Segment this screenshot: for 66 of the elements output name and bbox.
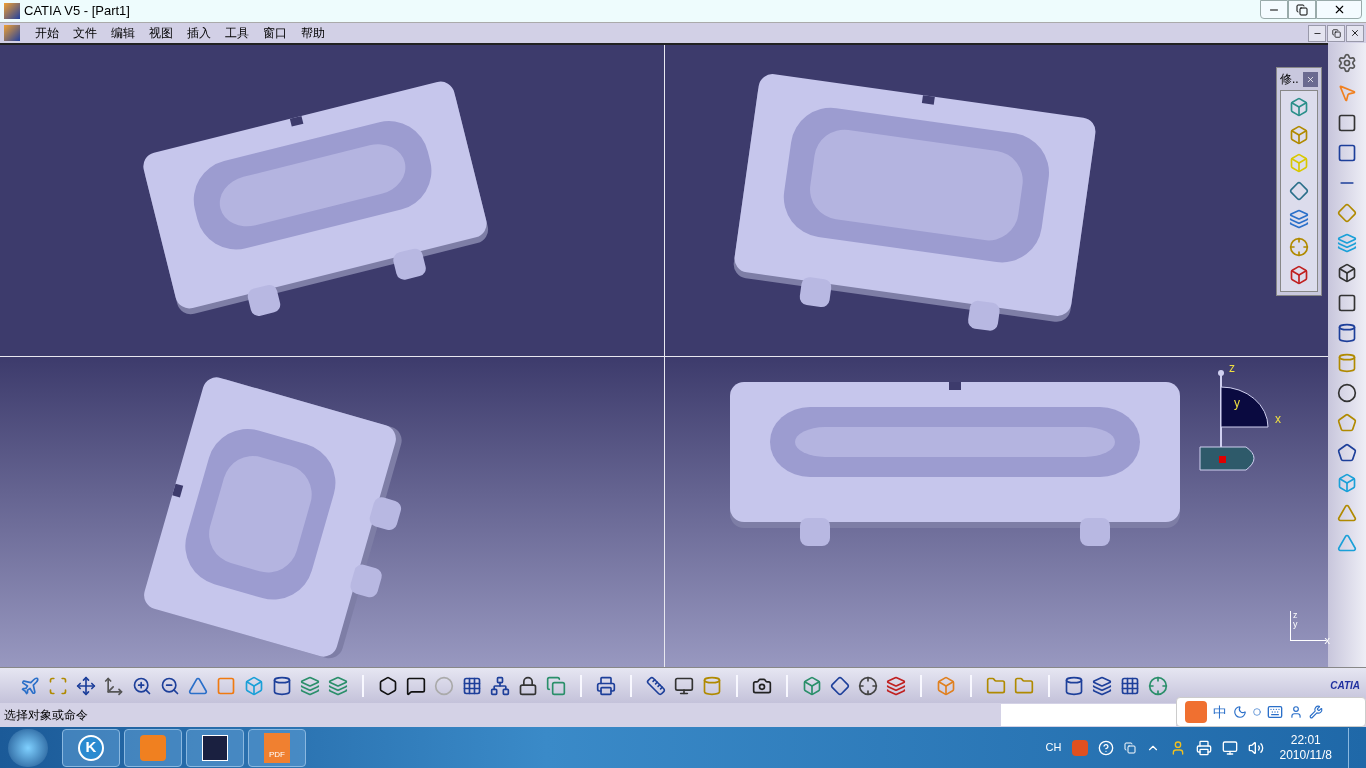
restore-button[interactable]	[1288, 0, 1316, 19]
move-icon[interactable]	[76, 675, 96, 696]
axis-label: x	[1275, 411, 1281, 428]
language-indicator[interactable]: CH	[1045, 739, 1062, 756]
command-input-field[interactable]	[1001, 704, 1176, 726]
surface-icon[interactable]	[1337, 233, 1357, 253]
menu-item[interactable]: 编辑	[104, 24, 142, 42]
status-message: 选择对象或命令	[3, 707, 88, 724]
close-button[interactable]	[1346, 24, 1364, 42]
menu-item[interactable]: 窗口	[256, 24, 294, 42]
clock-date: 2010/11/8	[1279, 747, 1332, 763]
wrench-icon[interactable]	[1309, 705, 1323, 719]
measure-icon[interactable]	[646, 675, 666, 696]
close-icon	[1306, 74, 1315, 84]
gear-icon[interactable]	[1337, 53, 1357, 73]
ime-mode[interactable]: 中	[1213, 701, 1227, 723]
taskbar-app-button[interactable]: K	[62, 728, 120, 767]
minimize-button[interactable]	[1260, 0, 1288, 19]
table-icon[interactable]	[462, 675, 482, 696]
restore-icon	[1331, 28, 1341, 38]
zoom-in-icon[interactable]	[132, 675, 152, 696]
tree-icon[interactable]	[490, 675, 510, 696]
menu-item[interactable]: 插入	[180, 24, 218, 42]
moon-icon[interactable]	[1233, 705, 1247, 719]
document-icon	[4, 25, 20, 41]
solid-icon[interactable]	[1337, 473, 1357, 493]
zoom-out-icon[interactable]	[160, 675, 180, 696]
catia-logo: CATIA	[1330, 680, 1360, 691]
pointer-icon[interactable]	[1337, 83, 1357, 103]
layers-icon[interactable]	[300, 675, 320, 696]
frame-icon[interactable]	[48, 675, 68, 696]
open-folder-icon[interactable]	[1014, 675, 1034, 696]
restore-icon	[1296, 3, 1308, 16]
close-icon	[1350, 28, 1360, 38]
speech-bubble-icon[interactable]	[406, 675, 426, 696]
menu-item[interactable]: 开始	[28, 24, 66, 42]
stack-icon[interactable]	[886, 675, 906, 696]
axis-label: z	[1293, 611, 1299, 620]
axis-label: y	[1293, 620, 1299, 629]
user-icon[interactable]	[1289, 705, 1303, 719]
window-title: CATIA V5 - [Part1]	[24, 2, 130, 21]
network-icon[interactable]	[1221, 739, 1238, 756]
plane-icon[interactable]	[1337, 203, 1357, 223]
app-icon	[4, 3, 20, 19]
restore-button[interactable]	[1327, 24, 1345, 42]
target-icon[interactable]	[858, 675, 878, 696]
minimize-button[interactable]	[1308, 24, 1326, 42]
clock-time: 22:01	[1290, 732, 1321, 748]
sogou-logo-icon	[1185, 701, 1207, 723]
keyboard-icon[interactable]	[1267, 704, 1283, 720]
axis-label: x	[1324, 636, 1330, 645]
axis-label: y	[1234, 395, 1240, 412]
menu-item[interactable]: 视图	[142, 24, 180, 42]
lock-icon[interactable]	[518, 675, 538, 696]
menu-item[interactable]: 帮助	[294, 24, 332, 42]
taskbar-app-button[interactable]	[186, 728, 244, 767]
menu-item[interactable]: 文件	[66, 24, 104, 42]
help-icon[interactable]	[1097, 739, 1114, 756]
plane-icon[interactable]	[20, 675, 40, 696]
cube-icon[interactable]	[244, 675, 264, 696]
cylinder-icon[interactable]	[272, 675, 292, 696]
start-button[interactable]	[8, 728, 48, 767]
axis-label: z	[1229, 360, 1235, 377]
menu-item[interactable]: 工具	[218, 24, 256, 42]
volume-icon[interactable]	[1247, 739, 1264, 756]
toolbar-title: 修..	[1280, 71, 1299, 88]
